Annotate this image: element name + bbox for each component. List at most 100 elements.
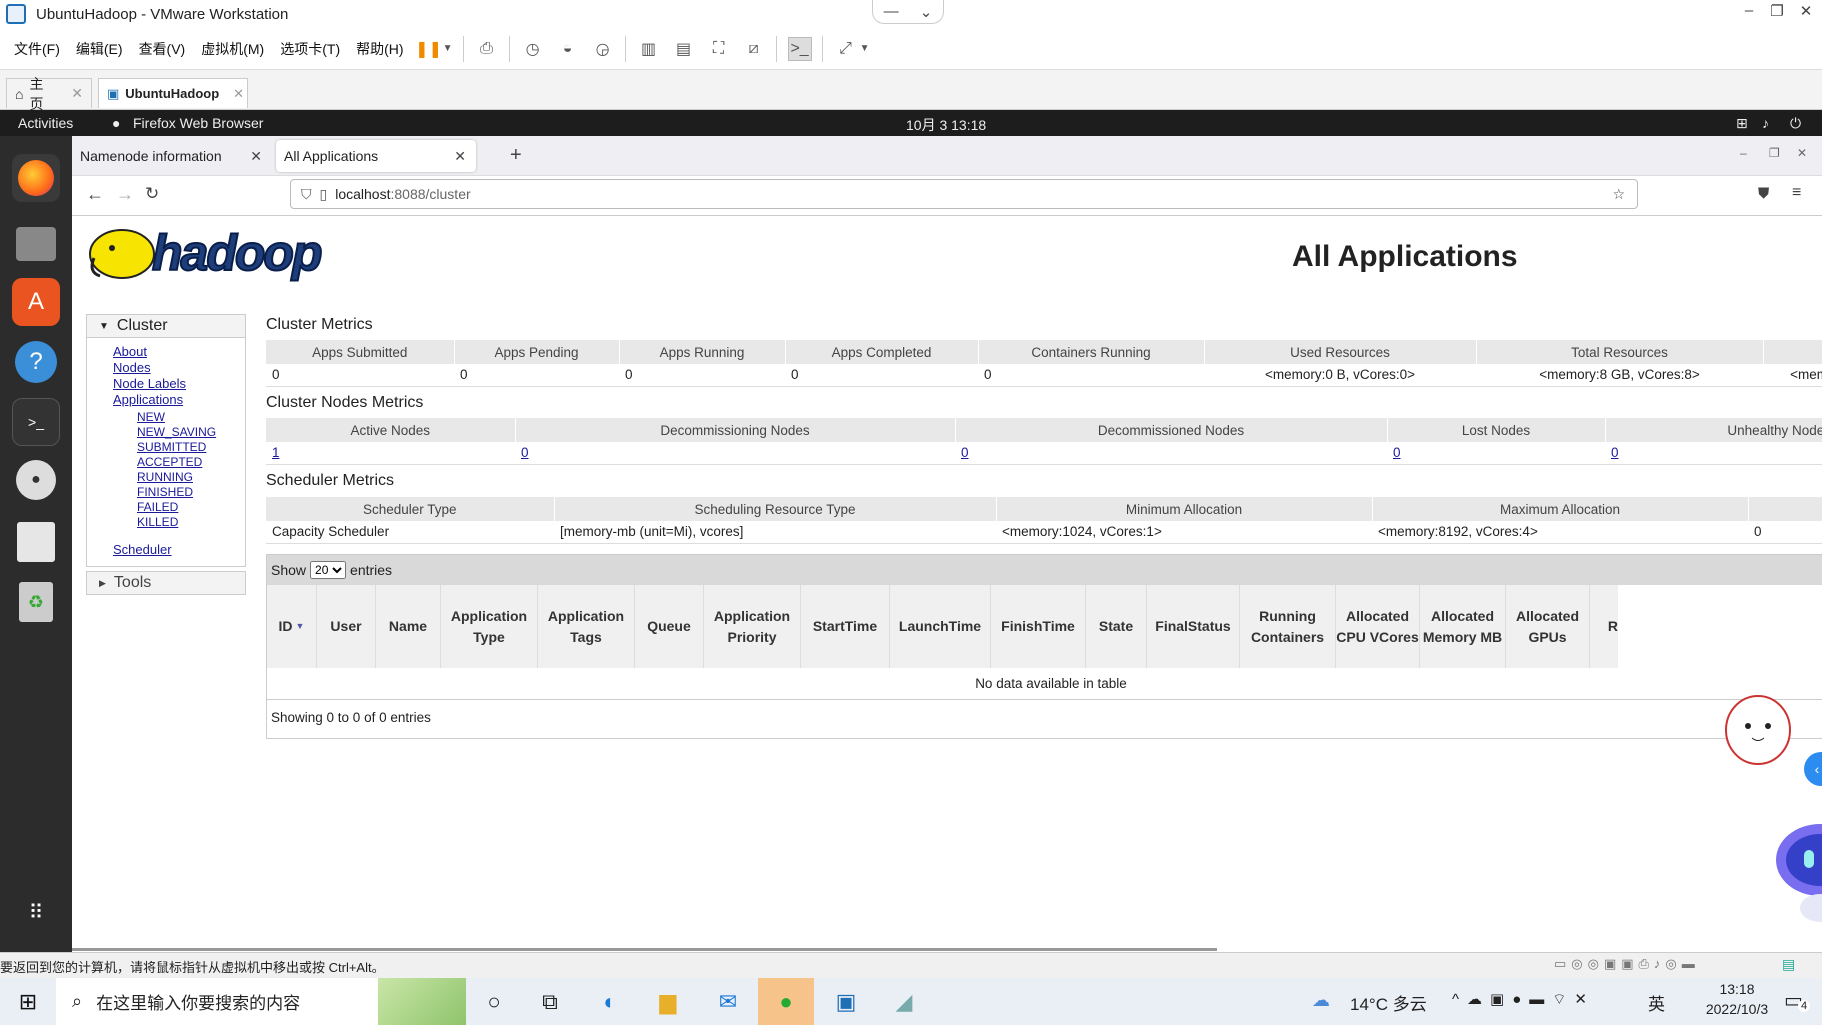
tray-icons[interactable]: ^☁▣●▬⌔✕: [1452, 990, 1595, 1009]
chevron-down-icon[interactable]: ▼: [443, 37, 453, 61]
menu-icon[interactable]: ≡: [1792, 184, 1801, 202]
close-button[interactable]: ✕: [1797, 146, 1807, 160]
volume-icon[interactable]: ♪: [1762, 115, 1769, 131]
col-allocated-gpus[interactable]: Allocated GPUs: [1506, 585, 1590, 668]
restore-button[interactable]: ❐: [1769, 146, 1780, 160]
col-application-priority[interactable]: Application Priority: [704, 585, 801, 668]
network-icon[interactable]: ⊞: [1736, 115, 1748, 132]
device-status-icons[interactable]: ▭◎◎▣▣⎙♪◎▬: [1554, 956, 1700, 972]
show-library-icon[interactable]: ▥: [637, 37, 661, 61]
col-application-type[interactable]: Application Type: [441, 585, 538, 668]
col-name[interactable]: Name: [376, 585, 441, 668]
menu-edit[interactable]: 编辑(E): [76, 39, 123, 59]
thumbnail-bar-icon[interactable]: ▤: [672, 37, 696, 61]
tab-ubuntuhadoop[interactable]: ▣ UbuntuHadoop ✕: [98, 78, 248, 108]
chevron-down-icon[interactable]: ⌄: [920, 3, 933, 21]
snapshot-icon[interactable]: ◷: [521, 37, 545, 61]
show-apps-icon[interactable]: ⠿: [12, 888, 60, 936]
software-center-icon[interactable]: A: [12, 278, 60, 326]
task-view-icon[interactable]: ⧉: [534, 986, 566, 1018]
tab-all-applications[interactable]: All Applications ✕: [276, 140, 476, 172]
send-ctrl-alt-del-icon[interactable]: ⎙: [475, 37, 499, 61]
sidebar-link-scheduler[interactable]: Scheduler: [113, 542, 172, 557]
minimize-fullscreen-icon[interactable]: —: [884, 3, 899, 20]
wechat-taskbar-item[interactable]: ●: [758, 978, 814, 1025]
taskbar-search[interactable]: ⌕ 在这里输入你要搜索的内容: [56, 978, 466, 1025]
vmware-icon[interactable]: ▣: [830, 986, 862, 1018]
restore-button[interactable]: ❐: [1765, 2, 1789, 20]
firefox-icon[interactable]: [12, 154, 60, 202]
horizontal-scrollbar[interactable]: [72, 948, 1217, 951]
app-state-failed[interactable]: FAILED: [137, 500, 178, 514]
chevron-down-icon[interactable]: ▼: [860, 37, 870, 61]
revert-snapshot-icon[interactable]: ◒: [556, 37, 580, 61]
col-starttime[interactable]: StartTime: [801, 585, 890, 668]
sidebar-link-nodes[interactable]: Nodes: [113, 360, 151, 375]
col-truncated[interactable]: R: [1590, 585, 1618, 668]
close-icon[interactable]: ✕: [233, 86, 244, 102]
snapshot-manager-icon[interactable]: ◶: [591, 37, 615, 61]
full-screen-icon[interactable]: ⛶: [707, 37, 731, 61]
app-state-new-saving[interactable]: NEW_SAVING: [137, 425, 216, 439]
menu-vm[interactable]: 虚拟机(M): [201, 39, 264, 59]
active-nodes-link[interactable]: 1: [272, 445, 280, 460]
windows-start-icon[interactable]: ⊞: [12, 986, 44, 1018]
col-launchtime[interactable]: LaunchTime: [890, 585, 991, 668]
minimize-button[interactable]: –: [1740, 146, 1747, 160]
side-panel-toggle-icon[interactable]: ‹: [1804, 752, 1822, 786]
menu-tabs[interactable]: 选项卡(T): [280, 39, 340, 59]
col-running-containers[interactable]: Running Containers: [1240, 585, 1336, 668]
close-icon[interactable]: ✕: [454, 148, 466, 165]
pocket-icon[interactable]: ⛊: [1758, 185, 1769, 202]
terminal-icon[interactable]: >_: [12, 398, 60, 446]
app-menu[interactable]: Firefox Web Browser: [133, 115, 263, 131]
close-button[interactable]: ✕: [1794, 2, 1818, 20]
back-icon[interactable]: ←: [86, 184, 104, 205]
pause-icon[interactable]: ❚❚: [415, 37, 442, 61]
decommissioned-nodes-link[interactable]: 0: [961, 445, 969, 460]
disc-icon[interactable]: ●: [12, 456, 60, 504]
col-id[interactable]: ID ▼: [267, 585, 317, 668]
file-explorer-icon[interactable]: ▆: [652, 986, 684, 1018]
mail-icon[interactable]: ✉: [712, 986, 744, 1018]
close-icon[interactable]: ✕: [71, 85, 83, 102]
ime-indicator[interactable]: 英: [1648, 990, 1665, 1015]
reload-icon[interactable]: ↻: [145, 184, 159, 204]
close-icon[interactable]: ✕: [250, 148, 262, 165]
help-icon[interactable]: ?: [12, 338, 60, 386]
edge-icon[interactable]: ◐: [594, 986, 626, 1018]
shield-icon[interactable]: ⛉: [301, 186, 312, 203]
app-state-accepted[interactable]: ACCEPTED: [137, 455, 202, 469]
url-bar[interactable]: ⛉ ▯ localhost:8088/cluster ☆: [290, 179, 1638, 209]
forward-icon[interactable]: →: [116, 184, 134, 205]
app-state-finished[interactable]: FINISHED: [137, 485, 193, 499]
clock[interactable]: 10月 3 13:18: [906, 115, 986, 135]
menu-help[interactable]: 帮助(H): [356, 39, 403, 59]
col-user[interactable]: User: [317, 585, 376, 668]
sidebar-link-node-labels[interactable]: Node Labels: [113, 376, 186, 391]
tab-namenode[interactable]: Namenode information ✕: [72, 140, 272, 172]
app-state-submitted[interactable]: SUBMITTED: [137, 440, 206, 454]
sidebar-link-about[interactable]: About: [113, 344, 147, 359]
lost-nodes-link[interactable]: 0: [1393, 445, 1401, 460]
menu-view[interactable]: 查看(V): [139, 39, 186, 59]
app-icon[interactable]: ◢: [888, 986, 920, 1018]
app-state-running[interactable]: RUNNING: [137, 470, 193, 484]
sidebar-link-applications[interactable]: Applications: [113, 392, 183, 407]
weather-icon[interactable]: ☁: [1312, 990, 1330, 1011]
cortana-icon[interactable]: ○: [478, 986, 510, 1018]
col-queue[interactable]: Queue: [635, 585, 704, 668]
message-icon[interactable]: ▤: [1782, 956, 1795, 973]
unity-icon[interactable]: ⧄: [742, 37, 766, 61]
app-state-new[interactable]: NEW: [137, 410, 165, 424]
activities-button[interactable]: Activities: [18, 115, 73, 131]
col-finishtime[interactable]: FinishTime: [991, 585, 1086, 668]
decommissioning-nodes-link[interactable]: 0: [521, 445, 529, 460]
taskbar-date[interactable]: 2022/10/3: [1694, 1001, 1780, 1017]
weather-text[interactable]: 14°C 多云: [1350, 990, 1427, 1015]
cluster-section-header[interactable]: ▼ Cluster: [86, 314, 246, 338]
minimize-button[interactable]: –: [1737, 2, 1761, 19]
assistant-robot-icon[interactable]: [1772, 820, 1822, 930]
col-finalstatus[interactable]: FinalStatus: [1147, 585, 1240, 668]
menu-file[interactable]: 文件(F): [14, 39, 60, 59]
